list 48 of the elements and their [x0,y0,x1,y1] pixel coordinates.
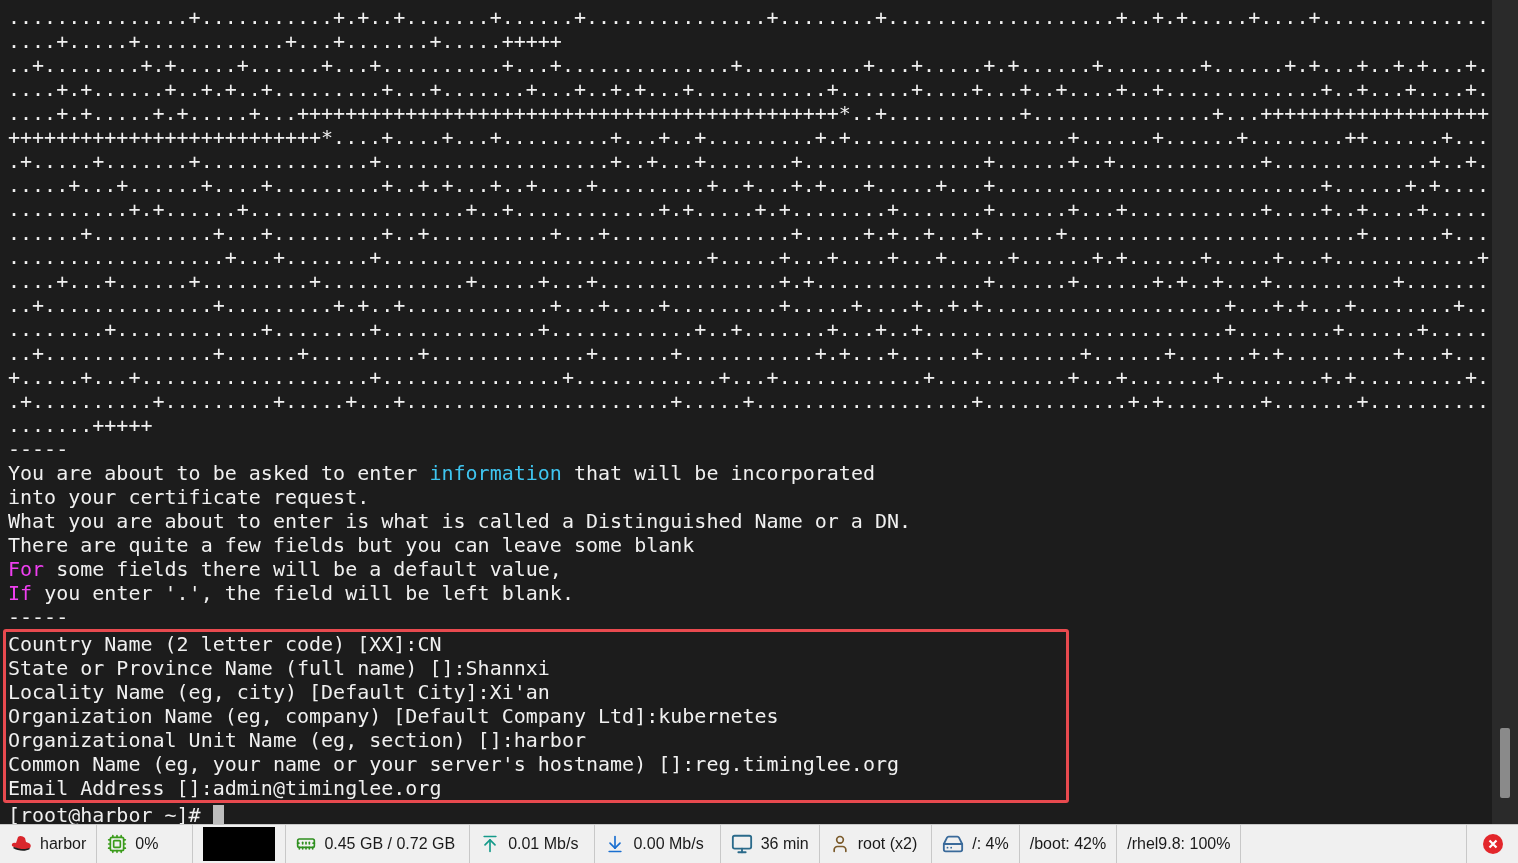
terminal-line: .+.....+.......+..............+...................+..+...+.......+...............+......+..+............+.............+..+. [8,149,1490,173]
terminal-line: ........+............+........+.............+............+..+.......+...+..+.........................+........+......+..... [8,317,1490,341]
status-text: 0.01 Mb/s [508,834,579,854]
status-text: /rhel9.8: 100% [1127,834,1231,854]
terminal-line: .+..........+.........+.....+...+......................+.....+..................+............+.+........+.......+.......... [8,389,1490,413]
terminal-line: .....+...+......+....+.........+..+.+...+..+....+.........+..+...+.+...+.....+...+...........................+......+.+.... [8,173,1490,197]
status-text: harbor [40,834,87,854]
terminal-line: Email Address []:admin@timinglee.org [8,776,442,800]
terminal-line: +.....+...+...................+...............+............+...+............+...........+...+.......+........+.+.........+. [8,365,1490,389]
terminal-line: ----- [8,437,69,461]
terminal-line: ..+..............+.........+.+..+............+...+....+.........+.....+....+..+.+....................+...+.+...+........+.. [8,293,1490,317]
close-icon [1482,834,1503,854]
terminal-line: into your certificate request. [8,485,370,509]
terminal-line: ......+..........+...+.........+..+..........+...+...............+.....+.+..+...+......+........................+......+... [8,221,1490,245]
terminal-line: ....+.....+............+...+.......+.....+++++ [8,29,562,53]
status-text: 0.45 GB / 0.72 GB [324,834,456,854]
terminal-line: If you enter '.', the field will be left blank. [8,581,574,605]
status-text: /: 4% [972,834,1009,854]
terminal-line: You are about to be asked to enter information that will be incorporated [8,461,875,485]
terminal-line: ----- [8,605,69,629]
terminal-line: ...............+...........+.+..+.......+......+...............+........+...................+..+.+.....+....+.............. [8,5,1490,29]
terminal-line: There are quite a few fields but you can leave some blank [8,533,695,557]
monitor-icon [730,833,753,855]
terminal-line: State or Province Name (full name) []:Shannxi [8,656,550,680]
status-text: 0.00 Mb/s [633,834,704,854]
terminal-line: Organization Name (eg, company) [Default Company Ltd]:kubernetes [8,704,779,728]
status-text: root (x2) [857,834,918,854]
terminal-line: ..+........+.+.....+......+...+..........+...+..............+..........+...+.....+.+......+........+......+.+...+..+.+...+. [8,53,1490,77]
terminal-line: ....+.+.....+.+.....+...+++++++++++++++++++++++++++++++++++++++++++++*..+...........+...............+...+++++++++++++++++++ [8,101,1490,125]
hat-icon [10,834,32,854]
terminal-line: ....+.+......+..+.+..+.........+...+.......+...+..+.+...+...........+......+....+...+..+....+..+.............+..+...+....+. [8,77,1490,101]
terminal-line: ..+..............+......+.........+.............+......+...........+.+...+......+........+......+......+.+.........+...+... [8,341,1490,365]
scrollbar-thumb[interactable] [1500,728,1510,798]
status-text: /boot: 42% [1029,834,1107,854]
cpu-icon [107,834,128,854]
status-text: 0% [135,834,159,854]
status-text: 36 min [760,834,809,854]
terminal-line: .......+++++ [8,413,153,437]
terminal-line: ..................+...+.......+...........................+.....+...+....+...+.....+......+.+......+.....+...+............+ [8,245,1490,269]
terminal-line: For some fields there will be a default value, [8,557,562,581]
terminal-line: ....+...+......+.........+............+.....+...+...............+.+..............+......+......+.+..+...+..........+....... [8,269,1490,293]
terminal-line: Common Name (eg, your name or your server's hostname) []:reg.timinglee.org [8,752,900,776]
terminal-line: ..........+.+......+..................+..+............+.+.....+.+........+.......+......+...+...........+....+..+....+..... [8,197,1490,221]
terminal-line: What you are about to enter is what is called a Distinguished Name or a DN. [8,509,912,533]
terminal-line: Organizational Unit Name (eg, section) []:harbor [8,728,586,752]
terminal-line: Country Name (2 letter code) [XX]:CN [8,632,442,656]
terminal-line: Locality Name (eg, city) [Default City]:Xi'an [8,680,550,704]
terminal-line: ++++++++++++++++++++++++++*....+....+...+.........+...+..+.........+.+..................+......+......+........++......+... [8,125,1490,149]
